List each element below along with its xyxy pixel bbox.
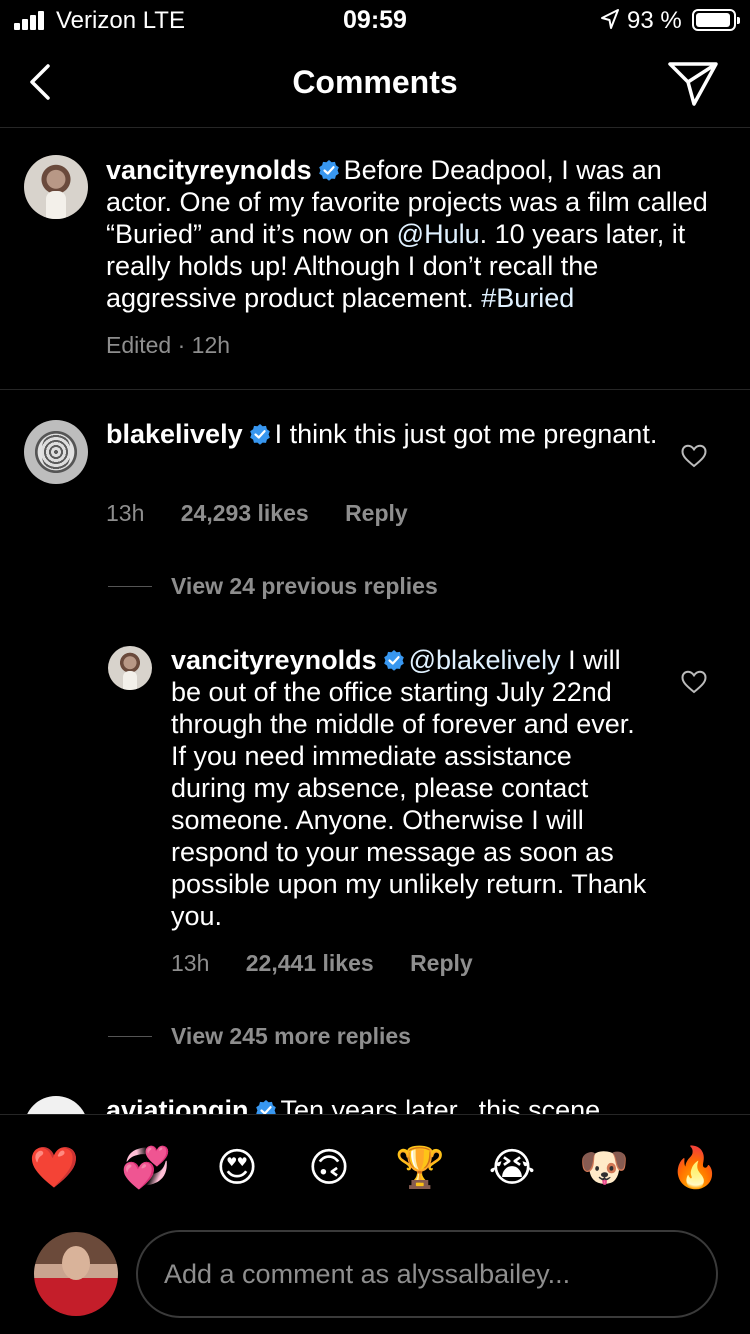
emoji-fire[interactable]: 🔥 — [670, 1143, 720, 1193]
reply-text: vancityreynolds @blakelively I will be ou… — [171, 644, 651, 932]
add-comment-input[interactable]: Add a comment as alyssalbailey... — [136, 1230, 718, 1318]
nav-bar: Comments — [0, 40, 750, 128]
battery-icon — [692, 9, 740, 31]
emoji-quick-bar: ❤️ 💞 😍 🙃 🏆 😭 🐶 🔥 — [0, 1114, 750, 1218]
emoji-heart-eyes[interactable]: 😍 — [212, 1143, 262, 1193]
reply-time: 13h — [171, 950, 210, 976]
view-replies-line — [108, 586, 152, 587]
caption-divider — [0, 389, 750, 390]
comment-username[interactable]: blakelively — [106, 419, 243, 449]
comment-body: Ten years later...this scene — [280, 1095, 601, 1114]
send-direct-icon[interactable] — [666, 58, 720, 108]
location-arrow-icon — [601, 9, 619, 29]
reply-button[interactable]: Reply — [410, 950, 473, 976]
emoji-upside-down-face[interactable]: 🙃 — [304, 1143, 354, 1193]
battery-percent: 93 % — [627, 7, 682, 34]
caption-edited-label: Edited — [106, 332, 172, 358]
comments-screen: Verizon LTE 09:59 93 % Comments vancityr… — [0, 0, 750, 1334]
like-heart-icon[interactable] — [681, 670, 707, 694]
comment-body: I think this just got me pregnant. — [274, 419, 658, 449]
likes-count[interactable]: 24,293 likes — [181, 500, 309, 526]
emoji-dog-face[interactable]: 🐶 — [579, 1143, 629, 1193]
comment-avatar-aviationgin[interactable] — [24, 1096, 88, 1114]
like-heart-icon[interactable] — [681, 444, 707, 468]
comment-text-blakelively: blakelively I think this just got me preg… — [106, 418, 666, 450]
verified-badge-icon — [255, 1100, 276, 1114]
comment-row-aviationgin: aviationgin Ten years later...this scene — [0, 1090, 750, 1114]
emoji-two-hearts[interactable]: 💞 — [121, 1143, 171, 1193]
caption-text: vancityreynolds Before Deadpool, I was an… — [106, 154, 730, 314]
comment-username[interactable]: aviationgin — [106, 1095, 249, 1114]
caption-meta: Edited · 12h — [106, 332, 231, 358]
reply-username[interactable]: vancityreynolds — [171, 645, 377, 675]
caption-time: 12h — [191, 332, 231, 358]
emoji-heart[interactable]: ❤️ — [29, 1143, 79, 1193]
view-previous-replies-button[interactable]: View 24 previous replies — [171, 573, 438, 600]
emoji-trophy[interactable]: 🏆 — [395, 1143, 445, 1193]
comment-avatar-blakelively[interactable] — [24, 420, 88, 484]
reply-avatar-vancityreynolds[interactable] — [108, 646, 152, 690]
emoji-crying-face[interactable]: 😭 — [487, 1143, 537, 1193]
caption-hashtag-link[interactable]: #Buried — [481, 283, 574, 313]
caption-username[interactable]: vancityreynolds — [106, 155, 312, 185]
verified-badge-icon — [249, 424, 270, 445]
comment-text-aviationgin: aviationgin Ten years later...this scene — [106, 1094, 726, 1114]
current-user-avatar — [34, 1232, 118, 1316]
comment-time: 13h — [106, 500, 145, 526]
comment-input-placeholder: Add a comment as alyssalbailey... — [164, 1259, 571, 1289]
verified-badge-icon — [318, 160, 339, 181]
likes-count[interactable]: 22,441 likes — [246, 950, 374, 976]
reply-meta: 13h 22,441 likes Reply — [171, 950, 473, 977]
reply-body: I will be out of the office starting Jul… — [171, 645, 647, 931]
caption-avatar[interactable] — [24, 155, 88, 219]
caption-mention-link[interactable]: @Hulu — [397, 219, 480, 249]
page-title: Comments — [292, 64, 458, 100]
verified-badge-icon — [383, 650, 404, 671]
status-bar: Verizon LTE 09:59 93 % — [0, 0, 750, 40]
reply-button[interactable]: Reply — [345, 500, 408, 526]
view-replies-line — [108, 1036, 152, 1037]
reply-mention-link[interactable]: @blakelively — [409, 645, 561, 675]
comment-meta-blakelively: 13h 24,293 likes Reply — [106, 500, 408, 527]
view-more-replies-button[interactable]: View 245 more replies — [171, 1023, 411, 1050]
